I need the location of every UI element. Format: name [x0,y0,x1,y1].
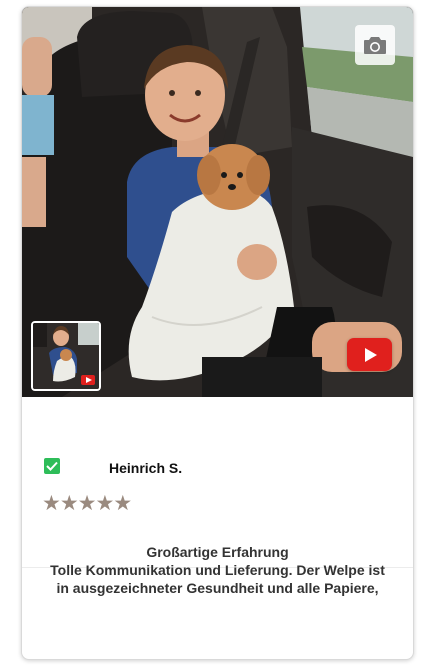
star-icon: ★ [42,491,61,515]
star-icon: ★ [113,491,132,515]
reviewer-row [44,458,60,474]
star-icon: ★ [59,491,79,515]
review-card: Heinrich S. ★ ★ ★ ★ ★ Großartige Erfahru… [21,6,414,660]
star-rating: ★ ★ ★ ★ ★ [42,491,132,515]
review-photo[interactable] [22,7,413,397]
review-title: Großartige Erfahrung [146,544,289,560]
review-body: Tolle Kommunikation und Lieferung. Der W… [50,562,385,596]
star-icon: ★ [77,491,97,515]
camera-icon [364,37,386,54]
review-text: Großartige Erfahrung Tolle Kommunikation… [42,543,393,597]
reviewer-name: Heinrich S. [109,460,183,476]
star-icon: ★ [95,491,114,515]
checkbox-checked-icon [44,458,60,474]
video-play-button[interactable] [347,338,392,371]
thumbnail-image [33,323,99,389]
camera-button[interactable] [355,25,395,65]
photo-thumbnail[interactable] [31,321,101,391]
youtube-play-icon [364,347,377,362]
